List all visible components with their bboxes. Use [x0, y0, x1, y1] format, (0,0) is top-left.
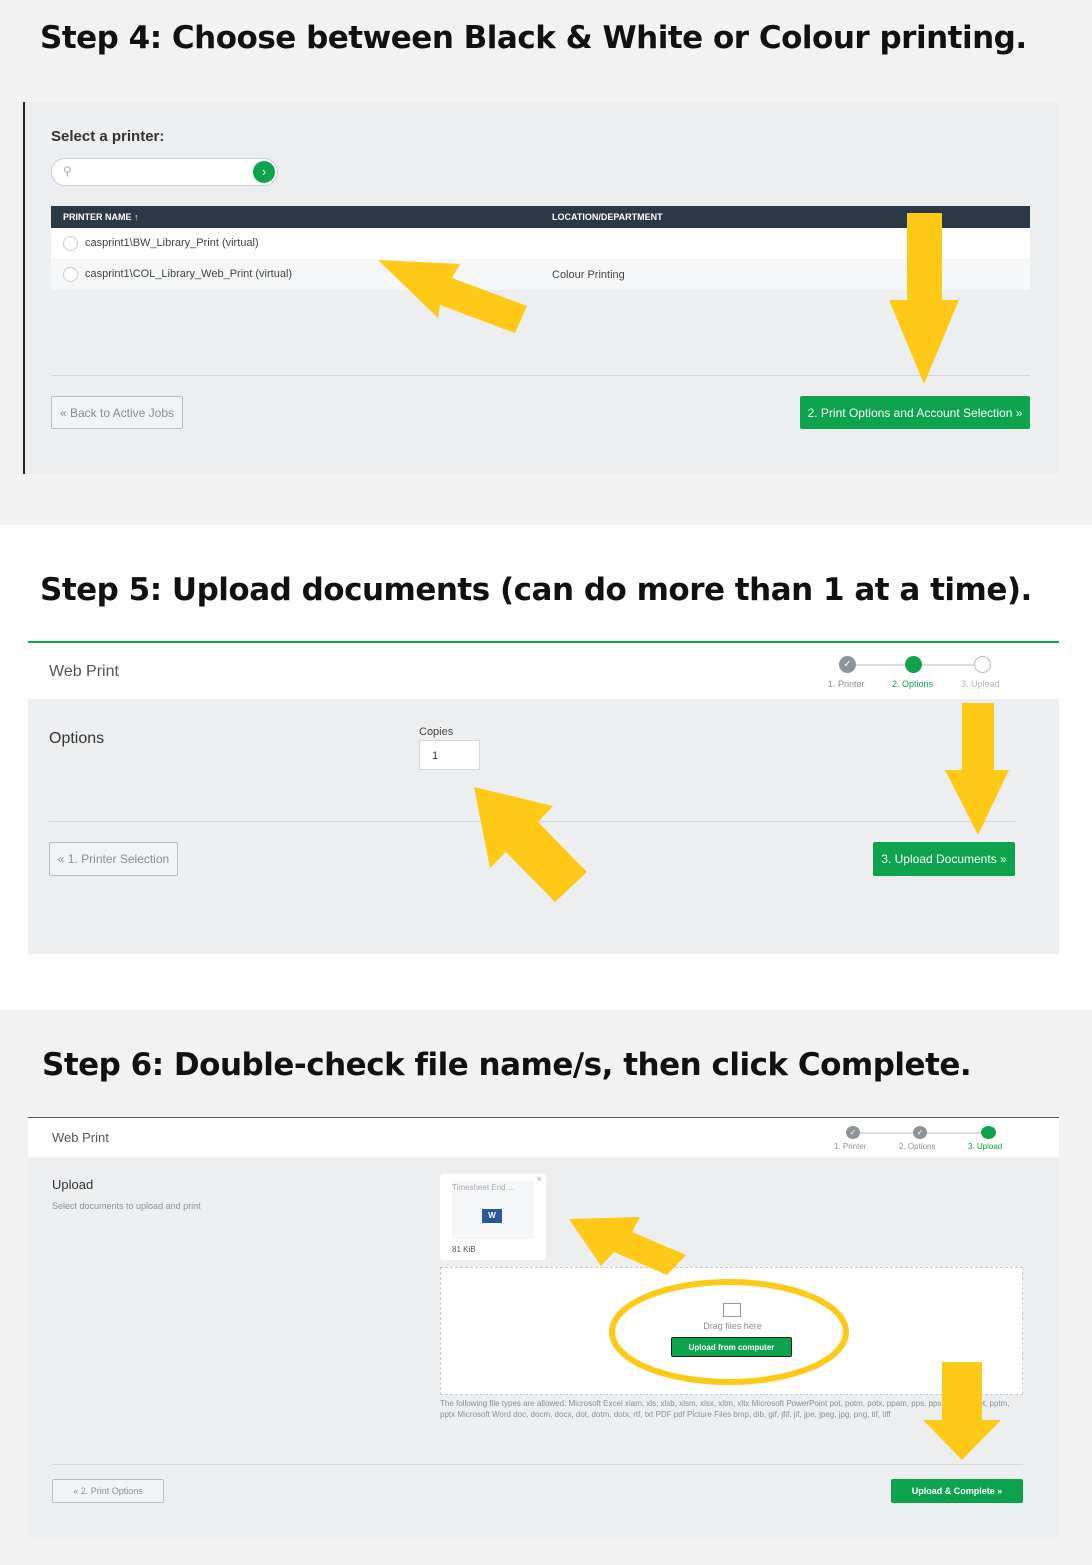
step-printer: 1. Printer	[828, 679, 865, 689]
step-options: 2. Options	[892, 679, 934, 689]
back-to-active-jobs-button[interactable]: « Back to Active Jobs	[51, 396, 183, 429]
printer-table-header: PRINTER NAME ↑ LOCATION/DEPARTMENT	[51, 206, 1030, 228]
select-printer-label: Select a printer:	[51, 128, 165, 145]
column-location[interactable]: LOCATION/DEPARTMENT	[552, 212, 663, 222]
step5-section: Step 5: Upload documents (can do more th…	[0, 525, 1092, 1010]
word-icon: W	[482, 1209, 502, 1223]
printer-name: casprint1\BW_Library_Print (virtual)	[85, 237, 259, 249]
upload-complete-button[interactable]: Upload & Complete »	[891, 1479, 1023, 1503]
app-title: Web Print	[49, 663, 119, 680]
options-panel: Options Copies 1 « 1. Printer Selection …	[28, 699, 1059, 954]
divider	[49, 821, 1015, 822]
print-options-back-button[interactable]: « 2. Print Options	[52, 1479, 164, 1503]
step5-title: Step 5: Upload documents (can do more th…	[40, 572, 1032, 608]
file-drop-icon	[723, 1303, 741, 1317]
printer-radio[interactable]	[63, 236, 78, 251]
app-title: Web Print	[52, 1130, 109, 1145]
check-icon: ✓	[839, 656, 856, 673]
step-current-dot	[905, 656, 922, 673]
upload-from-computer-button[interactable]: Upload from computer	[671, 1337, 792, 1357]
check-icon: ✓	[846, 1126, 860, 1139]
step-printer: 1. Printer	[834, 1142, 867, 1151]
step-options: 2. Options	[899, 1142, 936, 1151]
step6-title: Step 6: Double-check file name/s, then c…	[42, 1047, 972, 1083]
printer-location: Colour Printing	[552, 269, 625, 281]
printer-panel: Select a printer: ⚲ › PRINTER NAME ↑ LOC…	[23, 102, 1059, 474]
column-printer-name[interactable]: PRINTER NAME ↑	[63, 212, 139, 222]
options-heading: Options	[49, 730, 105, 747]
file-size: 81 KiB	[452, 1245, 476, 1254]
drop-zone[interactable]: Drag files here Upload from computer	[440, 1267, 1023, 1395]
remove-file-icon[interactable]: ×	[536, 1174, 542, 1185]
drag-files-text: Drag files here	[703, 1321, 762, 1331]
file-card: × Timesheet End ... W 81 KiB	[440, 1174, 546, 1260]
step-pending-dot	[974, 656, 991, 673]
step-upload: 3. Upload	[968, 1142, 1003, 1151]
divider	[51, 375, 1030, 376]
allowed-file-types: The following file types are allowed: Mi…	[440, 1399, 1010, 1419]
printer-selection-button[interactable]: « 1. Printer Selection	[49, 842, 178, 876]
search-go-button[interactable]: ›	[253, 161, 275, 183]
upload-panel: Upload Select documents to upload and pr…	[28, 1157, 1059, 1537]
step4-section: Step 4: Choose between Black & White or …	[0, 0, 1092, 525]
step-current-dot	[981, 1126, 996, 1139]
table-row[interactable]: casprint1\COL_Library_Web_Print (virtual…	[51, 259, 1030, 290]
copies-label: Copies	[419, 726, 454, 738]
step6-section: Step 6: Double-check file name/s, then c…	[0, 1010, 1092, 1565]
webprint-header: Web Print ✓ 1. Printer 2. Options 3. Upl…	[28, 641, 1059, 699]
step-upload: 3. Upload	[961, 679, 1000, 689]
upload-description: Select documents to upload and print	[52, 1201, 201, 1211]
table-row[interactable]: casprint1\BW_Library_Print (virtual)	[51, 228, 1030, 259]
file-name: Timesheet End ...	[452, 1183, 515, 1192]
upload-documents-button[interactable]: 3. Upload Documents »	[873, 842, 1015, 876]
webprint-header: Web Print ✓ ✓ 1. Printer 2. Options 3. U…	[28, 1117, 1059, 1157]
file-thumbnail: Timesheet End ... W	[452, 1181, 534, 1239]
check-icon: ✓	[913, 1126, 927, 1139]
copies-input[interactable]: 1	[419, 740, 480, 770]
upload-heading: Upload	[52, 1177, 94, 1192]
step4-title: Step 4: Choose between Black & White or …	[40, 20, 1027, 56]
print-options-button[interactable]: 2. Print Options and Account Selection »	[800, 396, 1030, 429]
printer-radio[interactable]	[63, 267, 78, 282]
divider	[52, 1464, 1023, 1465]
printer-name: casprint1\COL_Library_Web_Print (virtual…	[85, 268, 293, 280]
search-icon: ⚲	[63, 164, 72, 178]
printer-search-input[interactable]: ⚲ ›	[51, 158, 278, 186]
